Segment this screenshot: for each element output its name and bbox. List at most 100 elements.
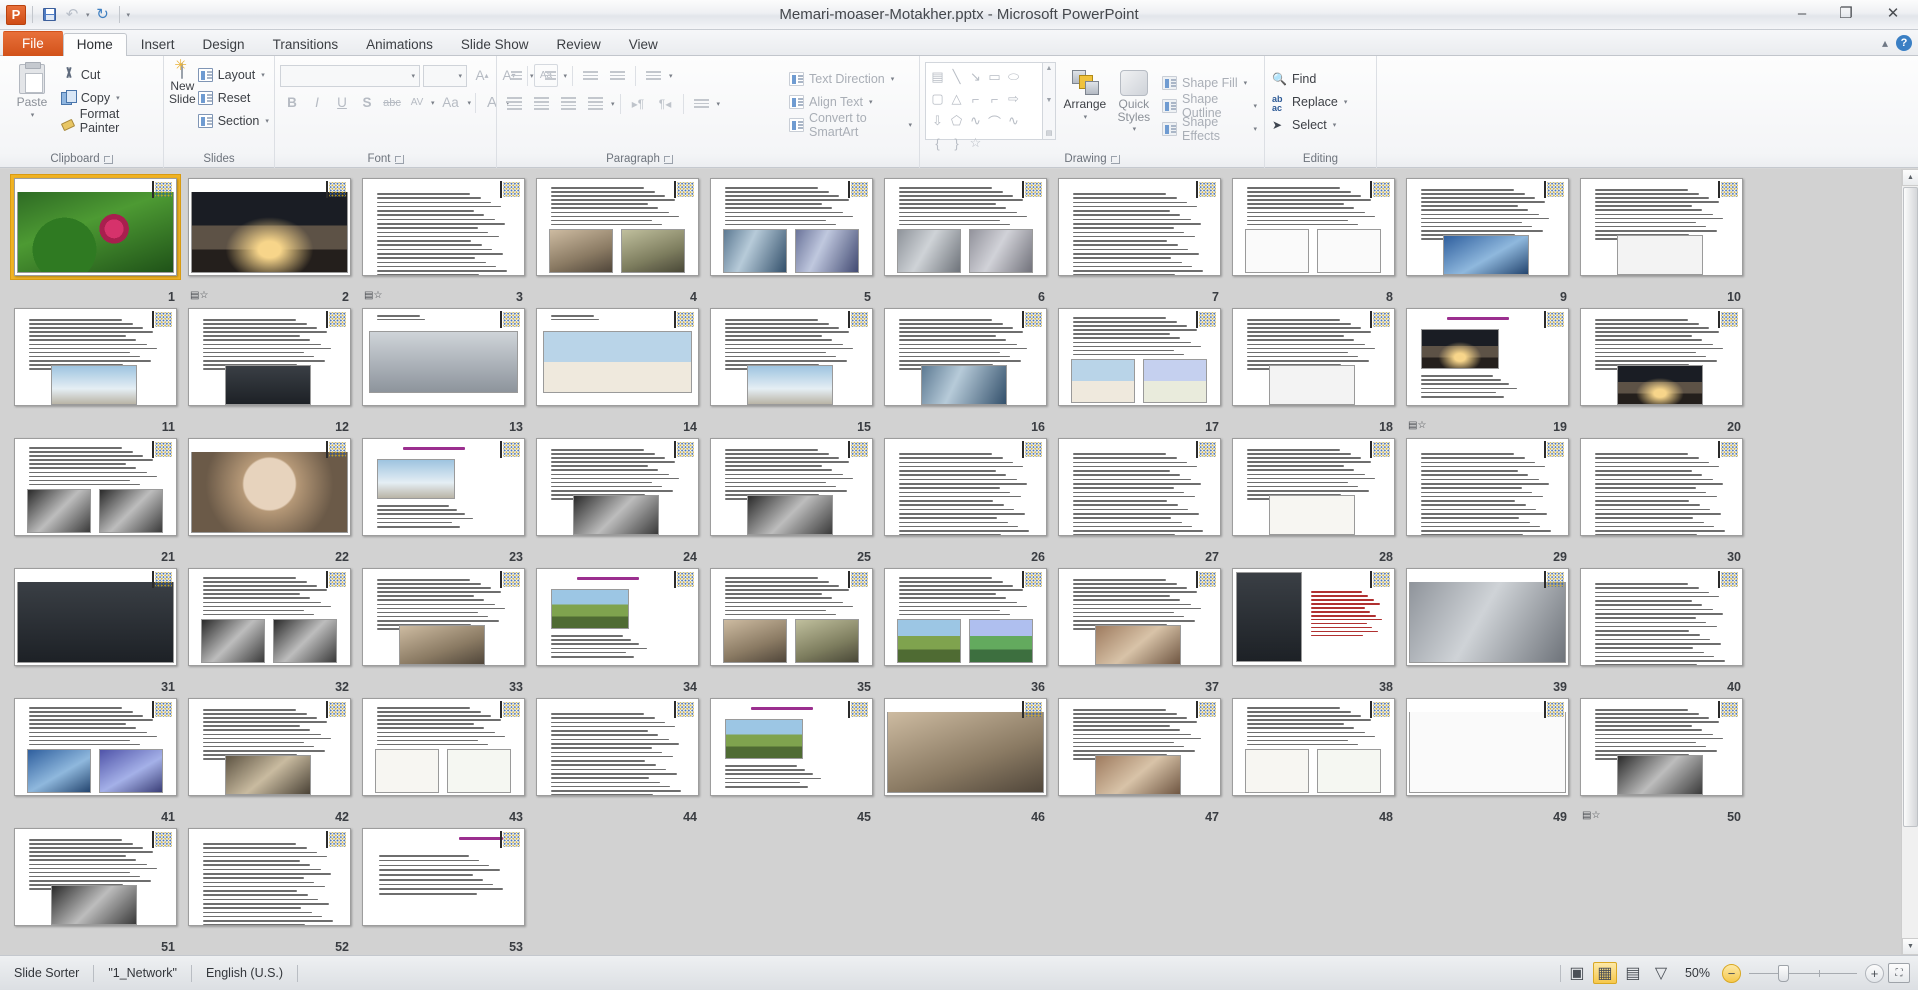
paste-button[interactable]: Paste ▾ — [5, 60, 59, 119]
shape-curve-icon[interactable]: ∿ — [1004, 110, 1023, 132]
slide-thumbnail-20[interactable]: 20 — [1574, 305, 1748, 435]
change-case-caret-icon[interactable]: ▾ — [468, 99, 472, 107]
slide-thumbnail-26[interactable]: 26 — [878, 435, 1052, 565]
slide-thumbnail-frame[interactable] — [1577, 695, 1746, 799]
slide-preview[interactable] — [1231, 698, 1395, 796]
tab-home[interactable]: Home — [62, 32, 127, 56]
slide-thumbnail-1[interactable]: 1 — [8, 175, 182, 305]
help-icon[interactable]: ? — [1896, 35, 1912, 51]
slide-thumbnail-40[interactable]: 40 — [1574, 565, 1748, 695]
fit-to-window-button[interactable]: ⛶ — [1888, 963, 1910, 983]
slide-preview[interactable] — [361, 568, 525, 666]
slide-thumbnail-frame[interactable] — [707, 305, 876, 409]
slide-thumbnail-frame[interactable] — [10, 175, 180, 279]
shape-line-icon[interactable]: ╲ — [947, 66, 966, 88]
align-center-button[interactable] — [529, 92, 554, 115]
drawing-dialog-launcher-icon[interactable] — [1110, 154, 1120, 164]
slide-thumbnail-frame[interactable] — [11, 565, 180, 669]
undo-dropdown-caret-icon[interactable]: ▾ — [86, 11, 90, 19]
slide-preview[interactable] — [187, 698, 351, 796]
decrease-indent-button[interactable] — [578, 64, 603, 87]
tab-transitions[interactable]: Transitions — [259, 33, 353, 57]
slide-thumbnail-frame[interactable] — [881, 175, 1050, 279]
slide-preview[interactable] — [709, 698, 873, 796]
slide-preview[interactable] — [535, 308, 699, 406]
slide-thumbnail-18[interactable]: 18 — [1226, 305, 1400, 435]
slide-thumbnail-4[interactable]: 4 — [530, 175, 704, 305]
slide-thumbnail-3[interactable]: ▤☆ 3 — [356, 175, 530, 305]
slide-thumbnail-frame[interactable] — [707, 435, 876, 539]
columns-button[interactable] — [689, 92, 714, 115]
slide-thumbnail-frame[interactable] — [1229, 175, 1398, 279]
slide-preview[interactable] — [1057, 308, 1221, 406]
slide-thumbnail-frame[interactable] — [1055, 695, 1224, 799]
slide-thumbnail-6[interactable]: 6 — [878, 175, 1052, 305]
slide-thumbnail-12[interactable]: 12 — [182, 305, 356, 435]
slide-preview[interactable] — [13, 308, 177, 406]
slide-thumbnail-frame[interactable] — [185, 825, 354, 929]
slide-preview[interactable] — [709, 438, 873, 536]
shapes-gallery-scrollbar[interactable]: ▲ ▼ ▤ — [1043, 62, 1056, 140]
slide-preview[interactable] — [883, 178, 1047, 276]
slide-preview[interactable] — [1579, 568, 1743, 666]
slide-transition-icon[interactable]: ▤☆ — [1408, 421, 1426, 433]
justify-caret-icon[interactable]: ▾ — [611, 100, 615, 108]
paragraph-dialog-launcher-icon[interactable] — [663, 154, 673, 164]
slide-thumbnail-frame[interactable] — [1229, 305, 1398, 409]
slide-thumbnail-45[interactable]: 45 — [704, 695, 878, 825]
section-button[interactable]: Section ▾ — [196, 109, 271, 132]
slide-thumbnail-frame[interactable] — [359, 435, 528, 539]
shape-elbow-connector-icon[interactable]: ⌐ — [966, 88, 985, 110]
replace-button[interactable]: ab ac Replace ▾ — [1270, 90, 1349, 113]
slide-sorter-pane[interactable]: 1 ▤☆ 2 ▤☆ 3 4 5 6 7 8 9 10 11 12 13 14 15 16 17 18 ▤☆ 19 20 21 2… — [0, 169, 1918, 955]
grow-font-button[interactable]: A ▴ — [470, 64, 494, 87]
slide-thumbnail-frame[interactable] — [11, 305, 180, 409]
slide-thumbnail-frame[interactable] — [185, 695, 354, 799]
arrange-button[interactable]: Arrange ▾ — [1062, 62, 1108, 121]
quick-styles-button[interactable]: Quick Styles ▾ — [1114, 62, 1154, 133]
slide-thumbnail-frame[interactable] — [1055, 175, 1224, 279]
redo-button[interactable]: ↻ — [93, 5, 113, 25]
shape-effects-caret-icon[interactable]: ▾ — [1253, 125, 1257, 133]
layout-button[interactable]: Layout ▾ — [196, 63, 271, 86]
undo-button[interactable]: ↶ — [62, 5, 82, 25]
view-reading-button[interactable]: ▤ — [1621, 962, 1645, 984]
slide-preview[interactable] — [1057, 568, 1221, 666]
slide-thumbnail-5[interactable]: 5 — [704, 175, 878, 305]
rtl-direction-button[interactable]: ¶◂ — [653, 92, 678, 115]
slide-thumbnail-frame[interactable] — [707, 175, 876, 279]
numbering-caret-icon[interactable]: ▾ — [564, 72, 568, 80]
slide-thumbnail-frame[interactable] — [1055, 565, 1224, 669]
copy-caret-icon[interactable]: ▾ — [116, 94, 120, 102]
arrange-caret-icon[interactable]: ▾ — [1084, 113, 1088, 121]
smartart-caret-icon[interactable]: ▾ — [908, 121, 912, 129]
status-language[interactable]: English (U.S.) — [192, 962, 297, 984]
slide-preview[interactable] — [883, 308, 1047, 406]
powerpoint-logo-icon[interactable]: P — [6, 4, 26, 25]
slide-preview[interactable] — [1405, 438, 1569, 536]
tab-insert[interactable]: Insert — [127, 33, 189, 57]
slide-thumbnail-41[interactable]: 41 — [8, 695, 182, 825]
slide-preview[interactable] — [883, 698, 1047, 796]
slide-thumbnail-47[interactable]: 47 — [1052, 695, 1226, 825]
slide-thumbnail-frame[interactable] — [1403, 435, 1572, 539]
slide-thumbnail-48[interactable]: 48 — [1226, 695, 1400, 825]
shape-oval-icon[interactable]: ⬭ — [1004, 66, 1023, 88]
slide-thumbnail-51[interactable]: 51 — [8, 825, 182, 955]
line-spacing-caret-icon[interactable]: ▾ — [669, 72, 673, 80]
justify-button[interactable] — [583, 92, 608, 115]
slide-thumbnail-frame[interactable] — [11, 825, 180, 929]
numbering-button[interactable] — [536, 64, 561, 87]
slide-preview[interactable] — [1057, 698, 1221, 796]
slide-thumbnail-frame[interactable] — [1403, 305, 1572, 409]
slide-thumbnail-14[interactable]: 14 — [530, 305, 704, 435]
tab-review[interactable]: Review — [542, 33, 614, 57]
slide-thumbnail-23[interactable]: 23 — [356, 435, 530, 565]
slide-thumbnail-33[interactable]: 33 — [356, 565, 530, 695]
slide-thumbnail-9[interactable]: 9 — [1400, 175, 1574, 305]
ltr-direction-button[interactable]: ▸¶ — [626, 92, 651, 115]
slide-preview[interactable] — [13, 438, 177, 536]
shape-triangle-icon[interactable]: △ — [947, 88, 966, 110]
slide-thumbnail-49[interactable]: 49 — [1400, 695, 1574, 825]
slide-preview[interactable] — [883, 438, 1047, 536]
